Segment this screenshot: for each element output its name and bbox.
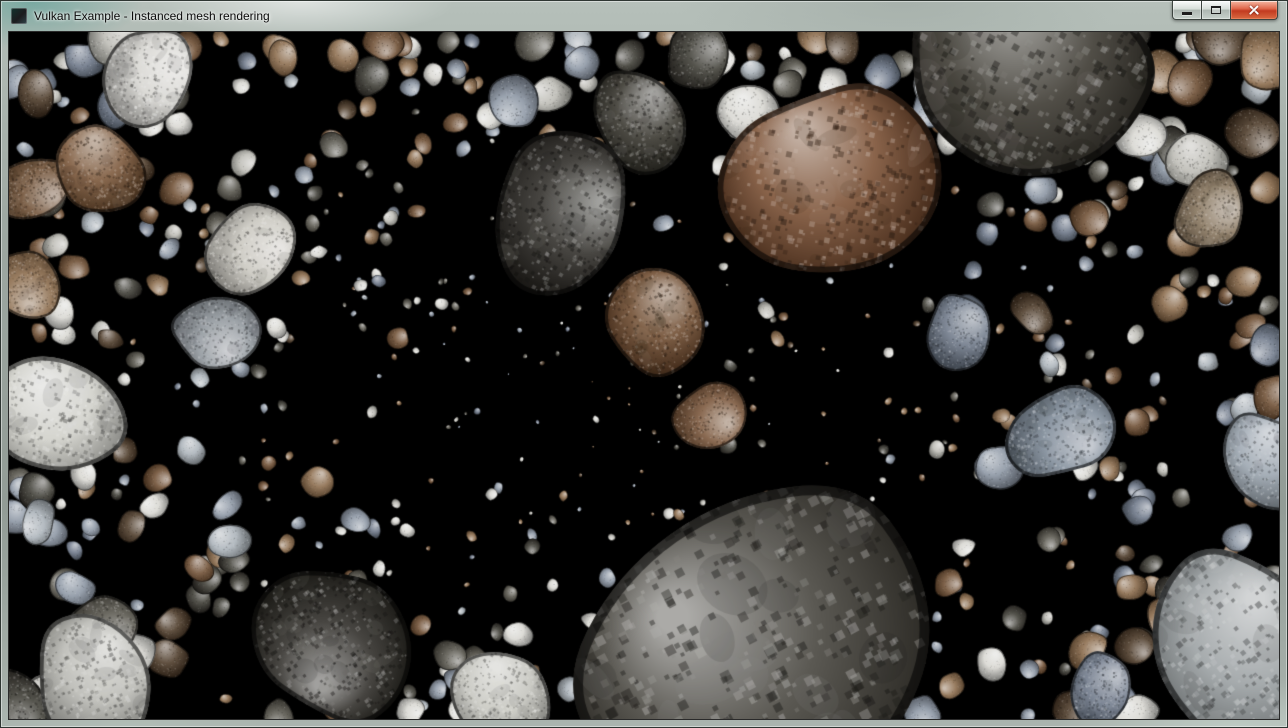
maximize-icon [1211,6,1221,14]
window-title: Vulkan Example - Instanced mesh renderin… [34,9,270,23]
window-controls [1172,1,1278,20]
maximize-button[interactable] [1202,1,1231,20]
render-viewport [8,31,1280,720]
app-window: Vulkan Example - Instanced mesh renderin… [0,0,1288,728]
minimize-icon [1182,12,1192,15]
minimize-button[interactable] [1172,1,1202,20]
title-bar[interactable]: Vulkan Example - Instanced mesh renderin… [1,1,1287,31]
app-icon [11,8,27,24]
close-icon [1247,3,1261,17]
render-canvas[interactable] [9,32,1279,719]
close-button[interactable] [1231,1,1278,20]
